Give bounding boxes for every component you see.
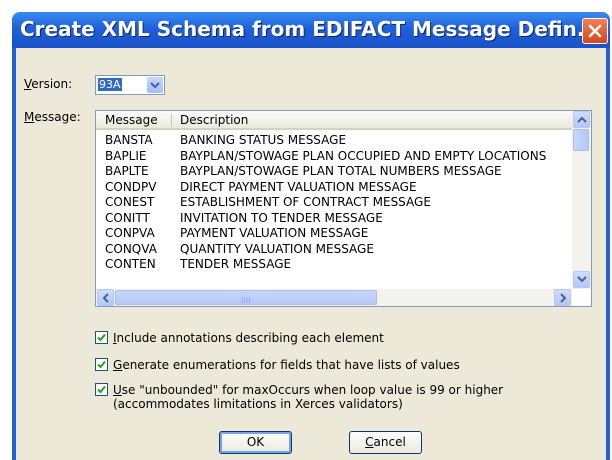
scroll-left-button[interactable] [97,289,114,306]
message-list[interactable]: Message Description BANSTA BANKING STATUS… [95,110,592,307]
horizontal-scroll-thumb[interactable]: IIII [115,290,377,305]
column-divider[interactable] [171,114,172,127]
use-unbounded-note: (accommodates limitations in Xerces vali… [113,397,403,411]
list-row[interactable]: CONDPV DIRECT PAYMENT VALUATION MESSAGE [96,180,572,196]
row-code: CONDPV [105,179,157,194]
message-label: Message: [24,110,81,124]
row-description: DIRECT PAYMENT VALUATION MESSAGE [180,179,417,194]
horizontal-scrollbar[interactable]: IIII [96,289,572,306]
dialog-client-area: Version: 93A Message: Message Descriptio… [16,48,606,460]
dialog-window: Create XML Schema from EDIFACT Message D… [12,12,610,460]
row-description: TENDER MESSAGE [180,257,292,271]
list-row[interactable]: CONTEN TENDER MESSAGE [96,257,572,273]
version-dropdown-button[interactable] [147,77,163,93]
close-icon [588,24,602,38]
use-unbounded-label[interactable]: Use "unbounded" for maxOccurs when loop … [113,383,503,397]
row-code: CONTEN [105,257,156,271]
chevron-left-icon [102,293,109,303]
vertical-scrollbar[interactable] [572,111,591,289]
generate-enumerations-label[interactable]: Generate enumerations for fields that ha… [113,358,460,372]
ok-button[interactable]: OK [219,431,292,454]
row-code: BAPLTE [105,164,149,178]
include-annotations-label[interactable]: Include annotations describing each elem… [113,331,384,345]
check-icon [97,333,106,342]
list-row[interactable]: BANSTA BANKING STATUS MESSAGE [96,133,572,149]
use-unbounded-checkbox[interactable] [95,383,108,396]
row-code: BAPLIE [105,148,147,163]
column-header-message[interactable]: Message [105,113,158,127]
row-code: CONEST [105,195,155,209]
list-row[interactable]: CONEST ESTABLISHMENT OF CONTRACT MESSAGE [96,195,572,211]
row-code: CONPVA [105,226,155,240]
list-row[interactable]: CONQVA QUANTITY VALUATION MESSAGE [96,242,572,258]
check-icon [97,360,106,369]
generate-enumerations-checkbox[interactable] [95,358,108,371]
row-code: CONQVA [105,241,157,256]
row-description: INVITATION TO TENDER MESSAGE [180,210,383,225]
chevron-down-icon [150,82,160,89]
list-row[interactable]: BAPLTE BAYPLAN/STOWAGE PLAN TOTAL NUMBERS… [96,164,572,180]
scroll-down-button[interactable] [573,271,590,288]
row-description: BAYPLAN/STOWAGE PLAN TOTAL NUMBERS MESSA… [180,164,502,178]
row-description: QUANTITY VALUATION MESSAGE [180,241,374,256]
row-description: PAYMENT VALUATION MESSAGE [180,226,369,240]
list-header: Message Description [96,111,572,130]
window-title: Create XML Schema from EDIFACT Message D… [20,17,600,41]
list-row[interactable]: CONPVA PAYMENT VALUATION MESSAGE [96,226,572,242]
chevron-up-icon [577,116,587,123]
version-value: 93A [98,78,122,91]
version-select[interactable]: 93A [95,75,165,95]
close-button[interactable] [582,18,608,44]
scroll-grip: IIII [241,296,251,305]
row-description: ESTABLISHMENT OF CONTRACT MESSAGE [180,195,431,209]
row-description: BANKING STATUS MESSAGE [180,133,347,147]
list-rows: BANSTA BANKING STATUS MESSAGE BAPLIE BAYPL… [96,133,572,273]
version-label: Version: [24,77,73,91]
cancel-button[interactable]: Cancel [349,431,422,454]
row-code: BANSTA [105,133,153,147]
check-icon [97,385,106,394]
row-code: CONITT [105,210,150,225]
chevron-right-icon [560,293,567,303]
vertical-scroll-thumb[interactable] [573,129,589,151]
list-row[interactable]: BAPLIE BAYPLAN/STOWAGE PLAN OCCUPIED AND … [96,149,572,165]
list-row[interactable]: CONITT INVITATION TO TENDER MESSAGE [96,211,572,227]
scroll-right-button[interactable] [554,289,571,306]
row-description: BAYPLAN/STOWAGE PLAN OCCUPIED AND EMPTY … [180,148,547,163]
column-header-description[interactable]: Description [180,113,248,127]
title-bar[interactable]: Create XML Schema from EDIFACT Message D… [12,12,610,48]
chevron-down-icon [577,276,587,283]
scroll-up-button[interactable] [573,111,590,128]
include-annotations-checkbox[interactable] [95,331,108,344]
